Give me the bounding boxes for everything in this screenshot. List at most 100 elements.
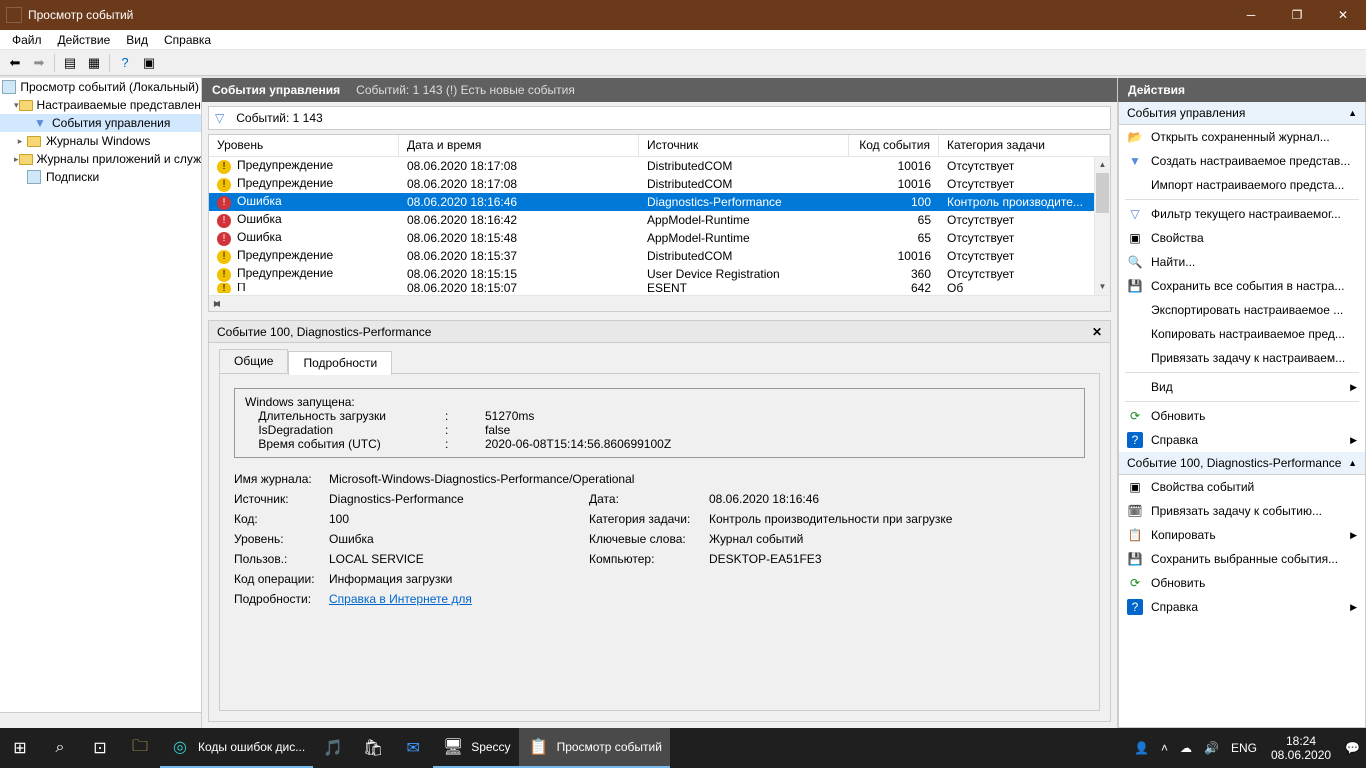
- action-find[interactable]: 🔍Найти...: [1119, 250, 1365, 274]
- action-copy[interactable]: 📋Копировать▶: [1119, 523, 1365, 547]
- action-copy-view[interactable]: Копировать настраиваемое пред...: [1119, 322, 1365, 346]
- tray-clock[interactable]: 18:24 08.06.2020: [1263, 734, 1339, 762]
- tab-general[interactable]: Общие: [219, 349, 288, 373]
- tree-root[interactable]: Просмотр событий (Локальный): [0, 78, 201, 96]
- tab-details[interactable]: Подробности: [288, 351, 392, 375]
- event-row[interactable]: !Предупреждение08.06.2020 18:15:37Distri…: [209, 247, 1110, 265]
- action-attach-task-event[interactable]: 🗓Привязать задачу к событию...: [1119, 499, 1365, 523]
- filter-icon: ▼: [32, 115, 48, 131]
- action-event-properties[interactable]: ▣Свойства событий: [1119, 475, 1365, 499]
- export-button[interactable]: ▦: [83, 52, 105, 74]
- action-create-view[interactable]: ▼Создать настраиваемое представ...: [1119, 149, 1365, 173]
- tree-app-logs[interactable]: ▸ Журналы приложений и служб: [0, 150, 201, 168]
- action-view[interactable]: Вид▶: [1119, 375, 1365, 399]
- action-properties[interactable]: ▣Свойства: [1119, 226, 1365, 250]
- action-export-view[interactable]: Экспортировать настраиваемое ...: [1119, 298, 1365, 322]
- maximize-button[interactable]: ❐: [1274, 0, 1320, 30]
- start-button[interactable]: ⊞: [0, 728, 40, 768]
- actions-section-events[interactable]: События управления ▲: [1119, 102, 1365, 125]
- event-row[interactable]: !П08.06.2020 18:15:07ESENT642Об: [209, 283, 1110, 293]
- app-deezer[interactable]: 🎵: [313, 728, 353, 768]
- copy-icon: [1127, 326, 1143, 342]
- expand-icon[interactable]: ▸: [14, 136, 26, 147]
- vertical-scrollbar[interactable]: ▲ ▼: [1094, 157, 1110, 295]
- app-store[interactable]: 🛍: [353, 728, 393, 768]
- horizontal-scrollbar[interactable]: ◀ ▶: [209, 295, 1110, 311]
- menu-view[interactable]: Вид: [118, 31, 156, 49]
- label-opcode: Код операции:: [234, 572, 329, 586]
- action-save-selected[interactable]: 💾Сохранить выбранные события...: [1119, 547, 1365, 571]
- col-date[interactable]: Дата и время: [399, 135, 639, 156]
- warn-icon: !: [217, 250, 231, 264]
- action-filter-log[interactable]: ▽Фильтр текущего настраиваемог...: [1119, 202, 1365, 226]
- tray-people[interactable]: 👤: [1128, 741, 1155, 755]
- event-row[interactable]: !Ошибка08.06.2020 18:16:46Diagnostics-Pe…: [209, 193, 1110, 211]
- menu-action[interactable]: Действие: [50, 31, 119, 49]
- window-titlebar: Просмотр событий ─ ❐ ✕: [0, 0, 1366, 30]
- submenu-icon: ▶: [1350, 382, 1357, 393]
- submenu-icon: ▶: [1350, 602, 1357, 613]
- center-header-label: События управления: [212, 83, 340, 97]
- action-refresh[interactable]: ⟳Обновить: [1119, 404, 1365, 428]
- help-button[interactable]: ?: [114, 52, 136, 74]
- minimize-button[interactable]: ─: [1228, 0, 1274, 30]
- forward-button[interactable]: ➡: [28, 52, 50, 74]
- scroll-down-icon[interactable]: ▼: [1095, 279, 1110, 295]
- tray-volume[interactable]: 🔊: [1198, 741, 1225, 755]
- event-list: Уровень Дата и время Источник Код событи…: [208, 134, 1111, 312]
- detail-panel: Событие 100, Diagnostics-Performance ✕ О…: [208, 320, 1111, 722]
- col-category[interactable]: Категория задачи: [939, 135, 1110, 156]
- scroll-thumb[interactable]: [1096, 173, 1109, 213]
- value-details: Справка в Интернете для: [329, 592, 1085, 606]
- scroll-right-icon[interactable]: ▶: [209, 296, 225, 312]
- col-level[interactable]: Уровень: [209, 135, 399, 156]
- show-hide-tree-button[interactable]: ▤: [59, 52, 81, 74]
- speccy-task[interactable]: 🖥Speccy: [433, 728, 518, 768]
- menu-help[interactable]: Справка: [156, 31, 219, 49]
- search-button[interactable]: ⌕: [40, 728, 80, 768]
- action-save-all[interactable]: 💾Сохранить все события в настра...: [1119, 274, 1365, 298]
- filter-count: Событий: 1 143: [236, 111, 322, 125]
- label-level: Уровень:: [234, 532, 329, 546]
- tree-subscriptions[interactable]: Подписки: [0, 168, 201, 186]
- tray-notifications[interactable]: 💬: [1339, 741, 1366, 755]
- menu-file[interactable]: Файл: [4, 31, 50, 49]
- taskview-button[interactable]: ⊡: [80, 728, 120, 768]
- explorer-button[interactable]: 🗀: [120, 728, 160, 768]
- back-button[interactable]: ⬅: [4, 52, 26, 74]
- action-refresh2[interactable]: ⟳Обновить: [1119, 571, 1365, 595]
- detail-close-button[interactable]: ✕: [1092, 325, 1102, 339]
- scroll-up-icon[interactable]: ▲: [1095, 157, 1110, 173]
- event-row[interactable]: !Ошибка08.06.2020 18:16:42AppModel-Runti…: [209, 211, 1110, 229]
- tree-custom-views[interactable]: ▾ Настраиваемые представления: [0, 96, 201, 114]
- tray-language[interactable]: ENG: [1225, 741, 1263, 755]
- help-link[interactable]: Справка в Интернете для: [329, 592, 472, 606]
- col-code[interactable]: Код события: [849, 135, 939, 156]
- close-button[interactable]: ✕: [1320, 0, 1366, 30]
- event-row[interactable]: !Предупреждение08.06.2020 18:17:08Distri…: [209, 157, 1110, 175]
- actions-section-event[interactable]: Событие 100, Diagnostics-Performance ▲: [1119, 452, 1365, 475]
- collapse-icon: ▲: [1348, 108, 1357, 118]
- tray-chevron[interactable]: ˄: [1155, 741, 1174, 755]
- tree-horizontal-scrollbar[interactable]: [0, 712, 201, 728]
- action-attach-task[interactable]: Привязать задачу к настраиваем...: [1119, 346, 1365, 370]
- event-row[interactable]: !Ошибка08.06.2020 18:15:48AppModel-Runti…: [209, 229, 1110, 247]
- tree-admin-events[interactable]: ▼ События управления: [0, 114, 201, 132]
- tree-admin-events-label: События управления: [52, 116, 170, 130]
- action-help[interactable]: ?Справка▶: [1119, 428, 1365, 452]
- properties-button[interactable]: ▣: [138, 52, 160, 74]
- eventvwr-task[interactable]: 📋Просмотр событий: [519, 728, 670, 768]
- action-help2[interactable]: ?Справка▶: [1119, 595, 1365, 619]
- edge-task[interactable]: ◎Коды ошибок дис...: [160, 728, 313, 768]
- tray-onedrive[interactable]: ☁: [1174, 741, 1198, 755]
- app-icon: [6, 7, 22, 23]
- event-row[interactable]: !Предупреждение08.06.2020 18:15:15User D…: [209, 265, 1110, 283]
- tree-windows-logs[interactable]: ▸ Журналы Windows: [0, 132, 201, 150]
- action-open-saved-log[interactable]: 📂Открыть сохраненный журнал...: [1119, 125, 1365, 149]
- col-source[interactable]: Источник: [639, 135, 849, 156]
- export-icon: [1127, 302, 1143, 318]
- action-import-view[interactable]: Импорт настраиваемого предста...: [1119, 173, 1365, 197]
- event-row[interactable]: !Предупреждение08.06.2020 18:17:08Distri…: [209, 175, 1110, 193]
- app-mail[interactable]: ✉: [393, 728, 433, 768]
- value-category: Контроль производительности при загрузке: [709, 512, 1085, 526]
